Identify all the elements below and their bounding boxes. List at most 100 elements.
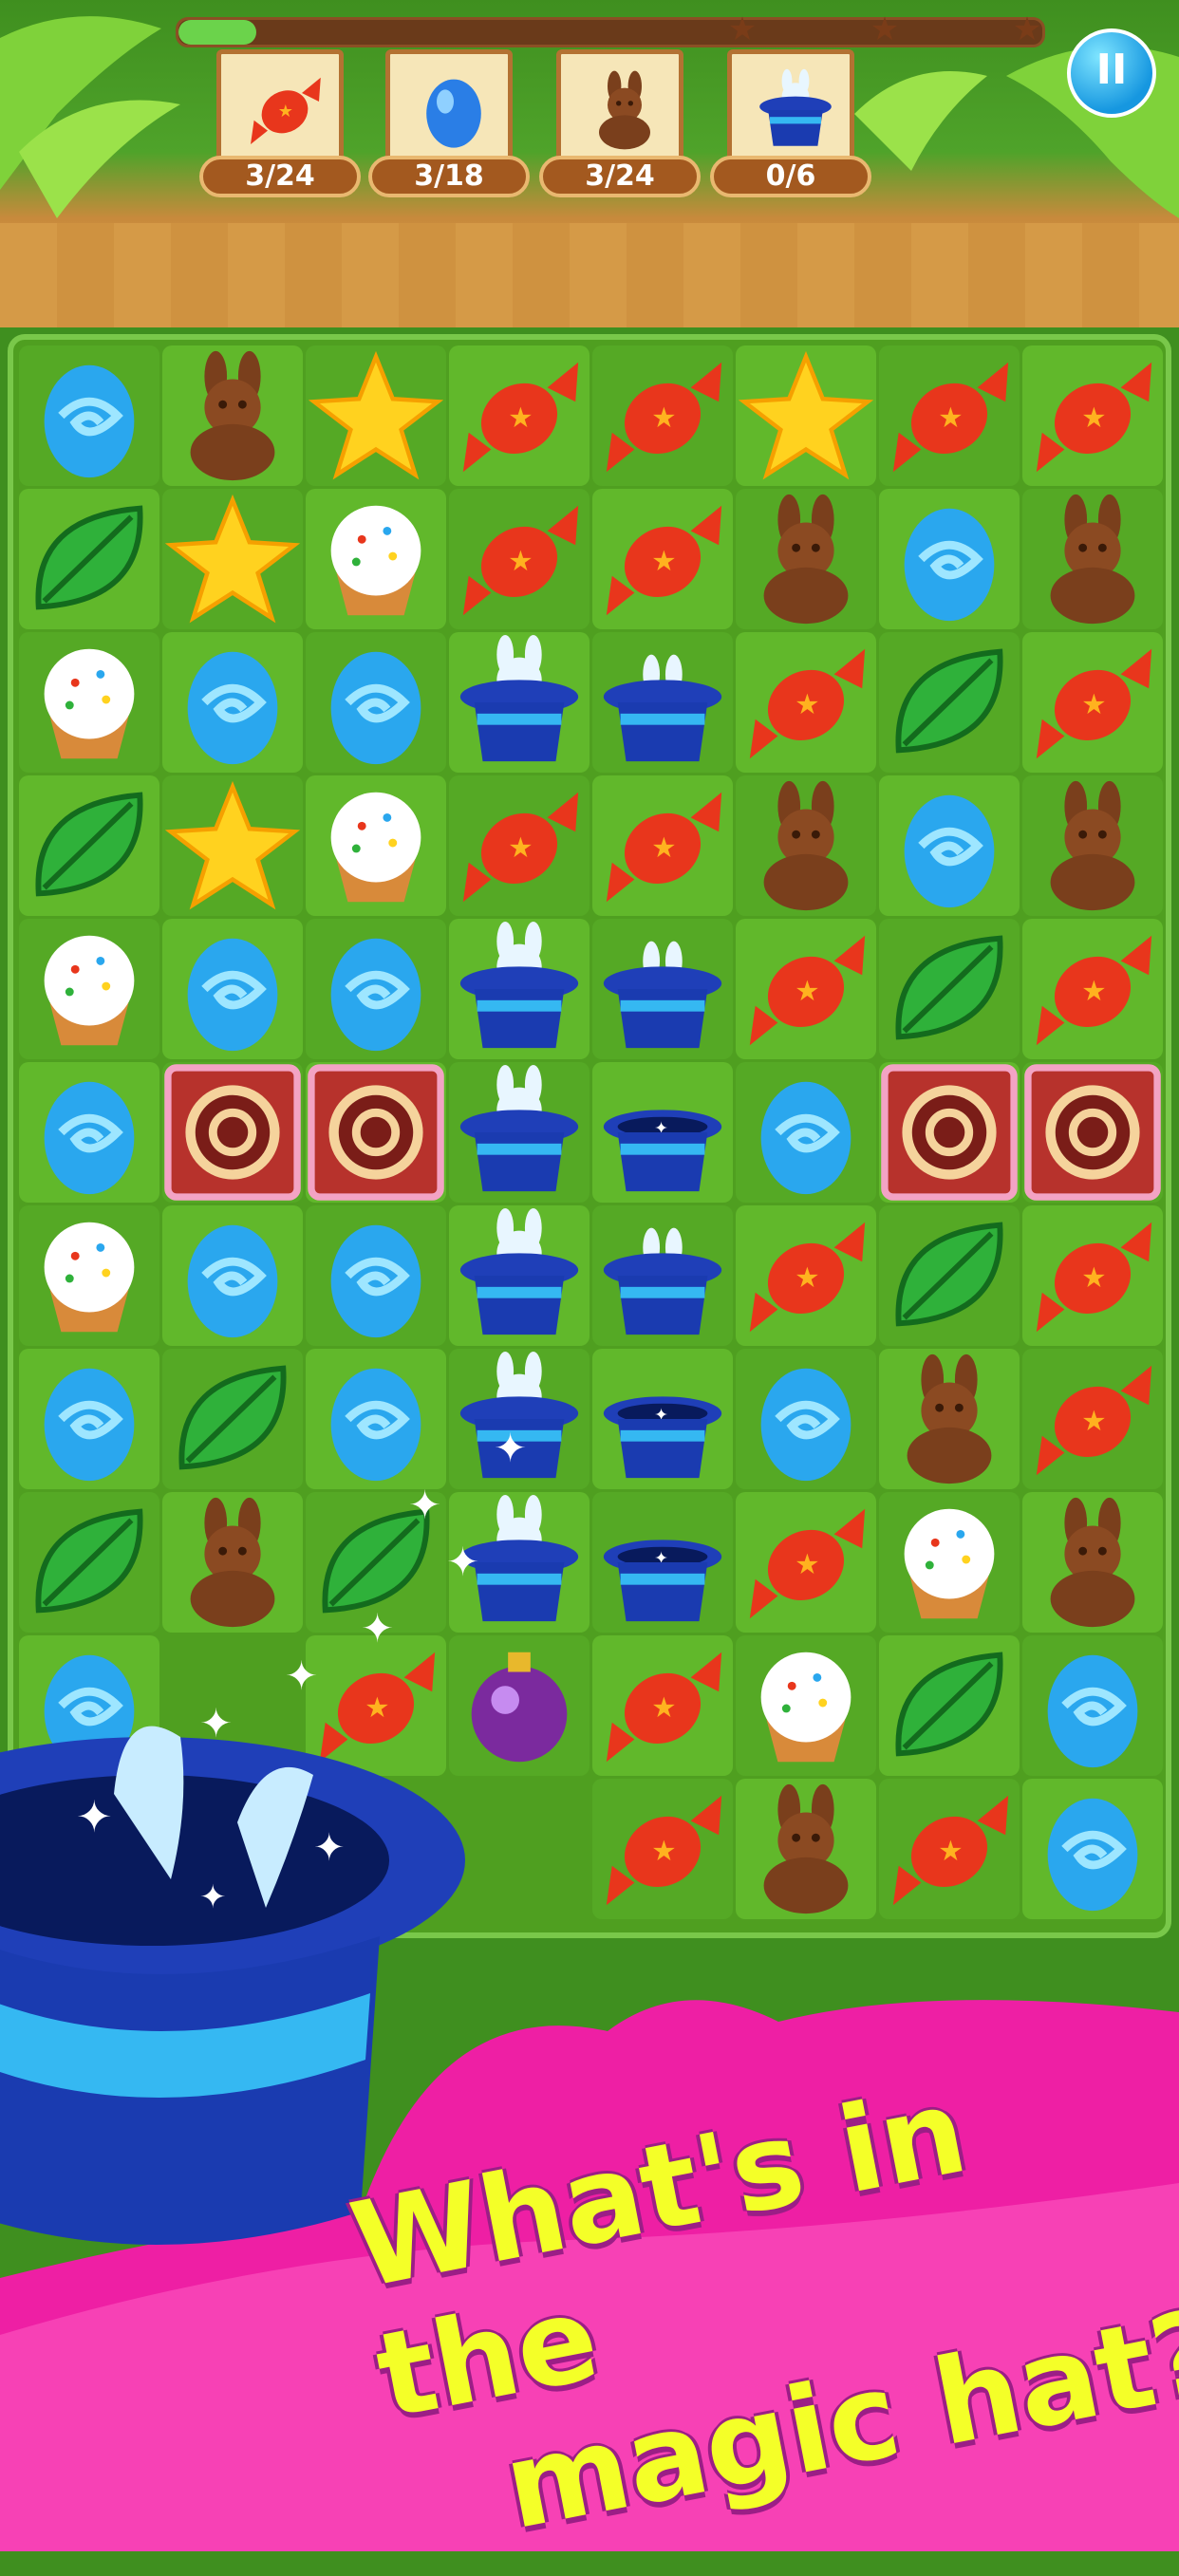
- board-cell[interactable]: [162, 632, 303, 773]
- cake-icon: [1022, 1062, 1163, 1203]
- board-cell[interactable]: [19, 345, 159, 486]
- board-cell[interactable]: ★: [736, 1492, 876, 1633]
- bunny-icon: [736, 775, 876, 916]
- board-cell[interactable]: [879, 1062, 1020, 1203]
- board-cell[interactable]: [879, 1492, 1020, 1633]
- blue-egg-icon: [411, 67, 496, 153]
- board-cell[interactable]: [19, 775, 159, 916]
- board-cell[interactable]: [736, 1349, 876, 1489]
- board-cell[interactable]: ★: [1022, 1349, 1163, 1489]
- pause-button[interactable]: II: [1067, 28, 1156, 118]
- board-cell[interactable]: ★: [879, 1779, 1020, 1919]
- egg-icon: [736, 1349, 876, 1489]
- board-cell[interactable]: [449, 632, 590, 773]
- board-cell[interactable]: [1022, 1779, 1163, 1919]
- board-cell[interactable]: [306, 919, 446, 1059]
- board-cell[interactable]: [879, 1205, 1020, 1346]
- board-cell[interactable]: [306, 632, 446, 773]
- svg-text:★: ★: [938, 1835, 964, 1867]
- board-cell[interactable]: [1022, 1635, 1163, 1776]
- board-cell[interactable]: ★: [736, 1205, 876, 1346]
- egg-icon: [19, 345, 159, 486]
- board-cell[interactable]: [879, 919, 1020, 1059]
- board-cell[interactable]: [879, 489, 1020, 629]
- board-cell[interactable]: [449, 1205, 590, 1346]
- board-cell[interactable]: ★: [1022, 345, 1163, 486]
- board-cell[interactable]: [736, 1062, 876, 1203]
- board-cell[interactable]: [736, 489, 876, 629]
- board-cell[interactable]: ★: [449, 345, 590, 486]
- board-cell[interactable]: ✦: [592, 1349, 733, 1489]
- board-cell[interactable]: [162, 1062, 303, 1203]
- board-cell[interactable]: ✦: [592, 1062, 733, 1203]
- board-cell[interactable]: [19, 1205, 159, 1346]
- bunny-icon: [162, 345, 303, 486]
- board-cell[interactable]: ★: [592, 1635, 733, 1776]
- board-cell[interactable]: [879, 1349, 1020, 1489]
- board-cell[interactable]: [592, 632, 733, 773]
- board-cell[interactable]: [306, 775, 446, 916]
- board-cell[interactable]: [306, 1062, 446, 1203]
- board-cell[interactable]: [162, 345, 303, 486]
- board-cell[interactable]: [162, 919, 303, 1059]
- board-cell[interactable]: ★: [592, 489, 733, 629]
- board-cell[interactable]: [19, 1635, 159, 1776]
- board-cell[interactable]: ★: [1022, 1205, 1163, 1346]
- board-cell[interactable]: [162, 775, 303, 916]
- board-cell[interactable]: ★: [592, 345, 733, 486]
- candy-icon: ★: [592, 1635, 733, 1776]
- board-cell[interactable]: [879, 775, 1020, 916]
- board-cell[interactable]: [449, 919, 590, 1059]
- board-cell[interactable]: [306, 1205, 446, 1346]
- board-cell[interactable]: ★: [736, 632, 876, 773]
- board-cell[interactable]: [879, 632, 1020, 773]
- board-cell[interactable]: [449, 1635, 590, 1776]
- board-cell[interactable]: ★: [592, 1779, 733, 1919]
- board-cell[interactable]: ✦: [592, 1492, 733, 1633]
- goal-tile: 3/24: [539, 49, 701, 197]
- board-cell[interactable]: ★: [449, 489, 590, 629]
- board-cell[interactable]: [592, 919, 733, 1059]
- board-cell[interactable]: [162, 489, 303, 629]
- board-cell[interactable]: [449, 1349, 590, 1489]
- board-cell[interactable]: [162, 1492, 303, 1633]
- svg-text:★: ★: [938, 401, 964, 434]
- board-cell[interactable]: ★: [1022, 632, 1163, 773]
- board-cell[interactable]: [306, 1349, 446, 1489]
- board-cell[interactable]: [1022, 775, 1163, 916]
- board-cell[interactable]: [19, 489, 159, 629]
- board-cell[interactable]: [1022, 489, 1163, 629]
- board-cell[interactable]: [306, 1492, 446, 1633]
- board-cell[interactable]: ★: [592, 775, 733, 916]
- board-cell[interactable]: [449, 1062, 590, 1203]
- board-cell[interactable]: [592, 1205, 733, 1346]
- board-cell[interactable]: [19, 1062, 159, 1203]
- level-progress-bar: ★ ★ ★: [176, 12, 1045, 47]
- board-cell[interactable]: ★: [1022, 919, 1163, 1059]
- board-cell[interactable]: [306, 345, 446, 486]
- board-cell[interactable]: [19, 919, 159, 1059]
- board-cell[interactable]: ★: [736, 919, 876, 1059]
- goal-count: 3/24: [539, 156, 701, 197]
- leaf-icon: [162, 1349, 303, 1489]
- board-cell[interactable]: [162, 1349, 303, 1489]
- board-cell[interactable]: ★: [879, 345, 1020, 486]
- board-cell[interactable]: [736, 1779, 876, 1919]
- svg-text:★: ★: [651, 1835, 677, 1867]
- board-cell[interactable]: [736, 345, 876, 486]
- board-cell[interactable]: [449, 1492, 590, 1633]
- bunny-icon: [736, 1779, 876, 1919]
- board-cell[interactable]: [736, 775, 876, 916]
- goal-count: 0/6: [710, 156, 871, 197]
- board-cell[interactable]: ★: [306, 1635, 446, 1776]
- board-cell[interactable]: [19, 1349, 159, 1489]
- board-cell[interactable]: [1022, 1492, 1163, 1633]
- board-cell[interactable]: [162, 1205, 303, 1346]
- board-cell[interactable]: ★: [449, 775, 590, 916]
- board-cell[interactable]: [19, 1492, 159, 1633]
- board-cell[interactable]: [879, 1635, 1020, 1776]
- board-cell[interactable]: [736, 1635, 876, 1776]
- board-cell[interactable]: [306, 489, 446, 629]
- board-cell[interactable]: [19, 632, 159, 773]
- board-cell[interactable]: [1022, 1062, 1163, 1203]
